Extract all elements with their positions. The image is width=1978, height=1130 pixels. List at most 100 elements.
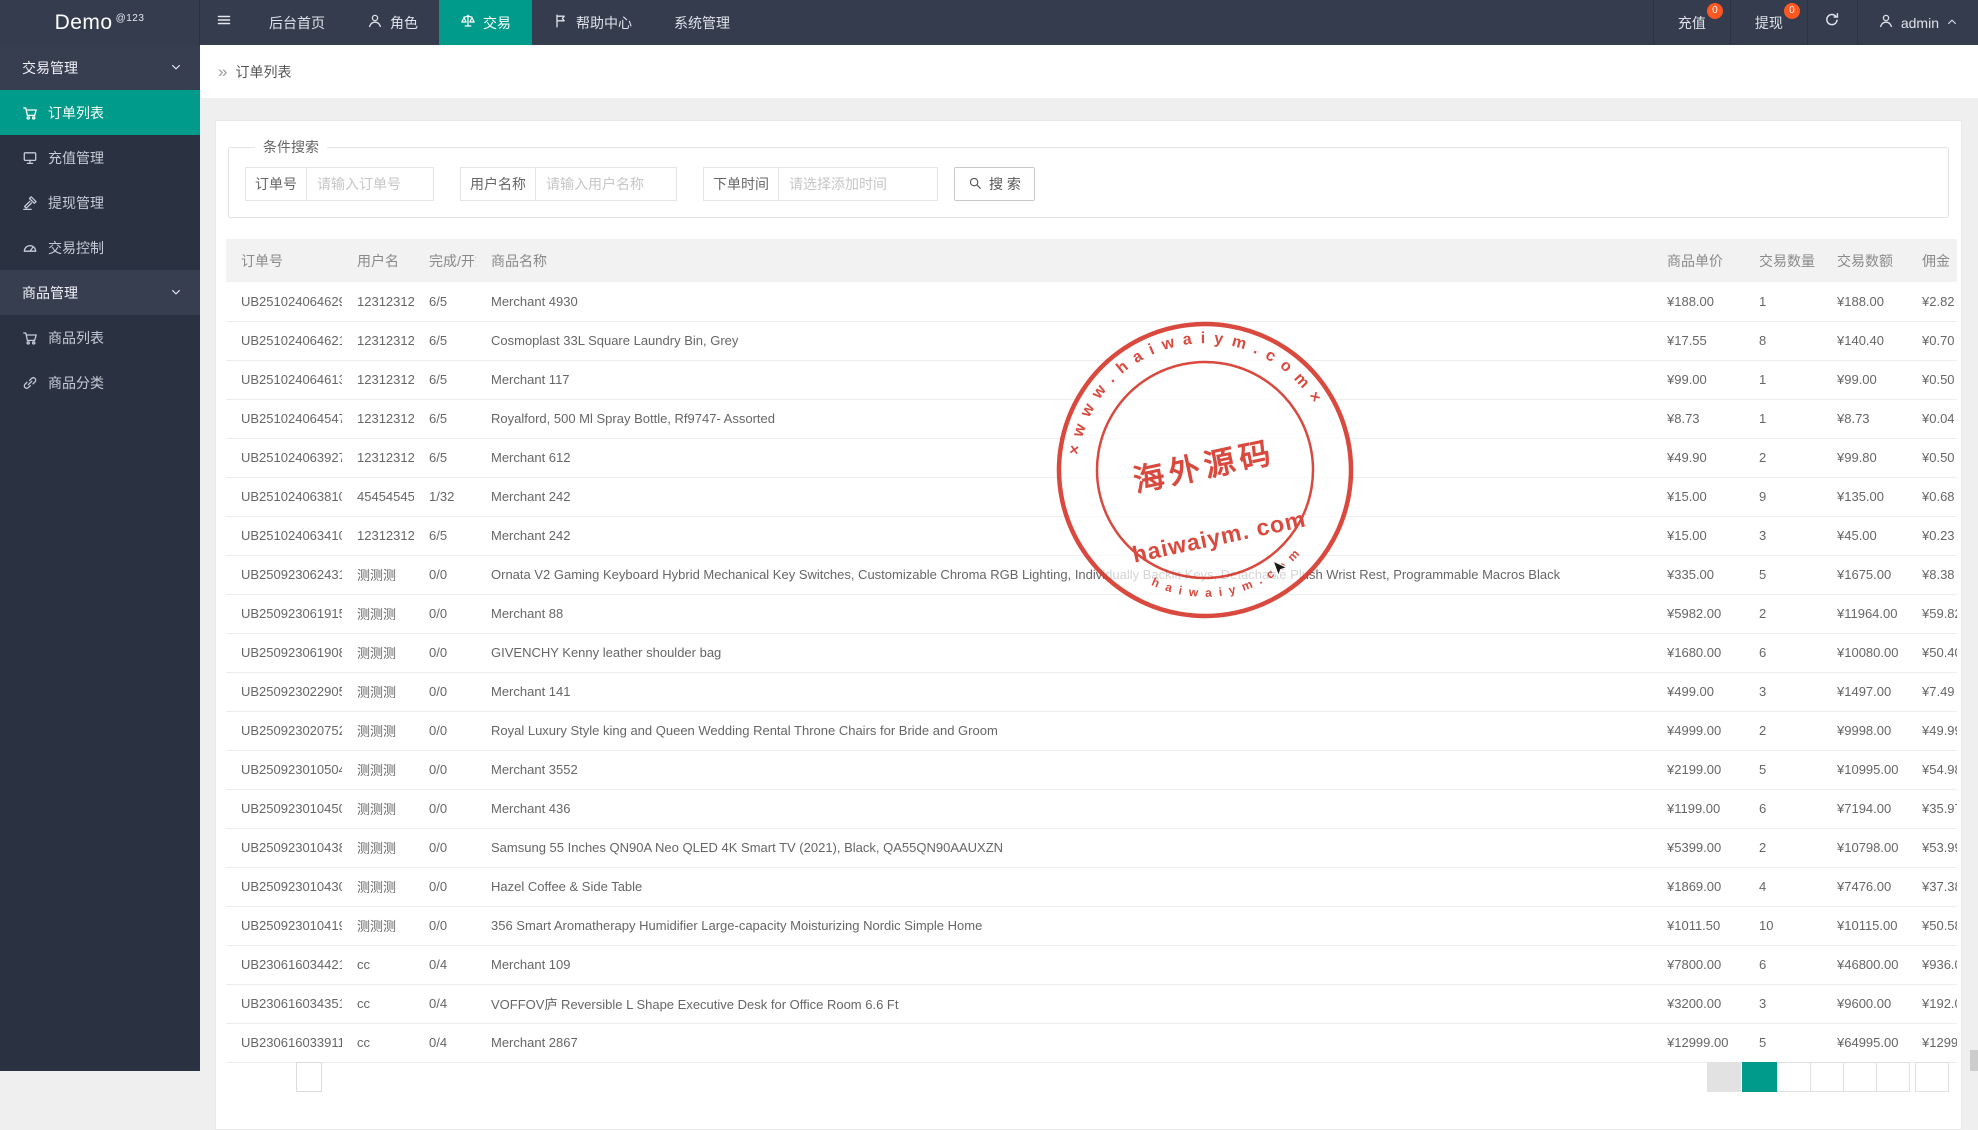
cell-order-no: UB2509230619084110 [226, 633, 342, 672]
withdraw-quick-button[interactable]: 提现 0 [1730, 0, 1807, 45]
cart-icon [22, 105, 38, 121]
cell-username: 45454545 [342, 477, 414, 516]
breadcrumb-label: 订单列表 [235, 62, 291, 82]
table-row: UB2509230104506751测测测0/0Merchant 436¥119… [226, 789, 1957, 828]
table-row: UB2306160343516327cc0/4VOFFOV庐 Reversibl… [226, 984, 1957, 1023]
sidebar-section-goods[interactable]: 商品管理 [0, 270, 200, 315]
cell-username: 测测测 [342, 594, 414, 633]
table-row: UB25102406392797291231231236/5Merchant 6… [226, 438, 1957, 477]
cell-quantity: 1 [1744, 399, 1822, 438]
cell-amount: ¥7476.00 [1822, 867, 1907, 906]
nav-item-dashboard[interactable]: 后台首页 [248, 0, 346, 45]
cell-unit-price: ¥335.00 [1652, 555, 1744, 594]
pagination-current-page[interactable] [1742, 1062, 1778, 1092]
cell-username: cc [342, 984, 414, 1023]
cell-username: 测测测 [342, 789, 414, 828]
cell-product-name: Merchant 242 [476, 516, 1652, 555]
cell-unit-price: ¥17.55 [1652, 321, 1744, 360]
cell-amount: ¥64995.00 [1822, 1023, 1907, 1062]
cell-commission: ¥0.23 [1907, 516, 1957, 555]
cell-commission: ¥0.68 [1907, 477, 1957, 516]
cell-product-name: Merchant 117 [476, 360, 1652, 399]
cell-product-name: Merchant 436 [476, 789, 1652, 828]
pagination-next[interactable] [1915, 1062, 1949, 1092]
pagination-page[interactable] [1777, 1062, 1811, 1092]
username-input[interactable] [535, 167, 677, 201]
sidebar-item-recharge-mgmt[interactable]: 充值管理 [0, 135, 200, 180]
cell-amount: ¥140.40 [1822, 321, 1907, 360]
cell-commission: ¥49.99 [1907, 711, 1957, 750]
cell-username: 测测测 [342, 750, 414, 789]
cell-order-no: UB2306160339119447 [226, 1023, 342, 1062]
nav-item-roles[interactable]: 角色 [346, 0, 439, 45]
nav-item-label: 后台首页 [269, 13, 325, 33]
cell-commission: ¥0.50 [1907, 438, 1957, 477]
pagination-page[interactable] [1876, 1062, 1910, 1092]
cell-quantity: 3 [1744, 672, 1822, 711]
table-row: UB25102406462941591231231236/5Merchant 4… [226, 282, 1957, 321]
sidebar-item-goods-list[interactable]: 商品列表 [0, 315, 200, 360]
cell-unit-price: ¥188.00 [1652, 282, 1744, 321]
column-header: 商品名称 [476, 239, 1652, 282]
cell-amount: ¥46800.00 [1822, 945, 1907, 984]
cell-commission: ¥0.04 [1907, 399, 1957, 438]
table-row: UB2509230207528203测测测0/0Royal Luxury Sty… [226, 711, 1957, 750]
search-fieldset: 条件搜索 订单号 用户名称 下单时间 搜 索 [228, 137, 1949, 218]
pagination-page[interactable] [1843, 1062, 1877, 1092]
breadcrumb-arrow-icon: » [218, 62, 227, 82]
cell-amount: ¥9600.00 [1822, 984, 1907, 1023]
order-no-input[interactable] [306, 167, 434, 201]
cell-amount: ¥10798.00 [1822, 828, 1907, 867]
cell-unit-price: ¥8.73 [1652, 399, 1744, 438]
app-logo: Demo @123 [0, 0, 200, 45]
search-button[interactable]: 搜 索 [954, 167, 1035, 201]
gavel-icon [22, 195, 38, 211]
pagination-page[interactable] [1810, 1062, 1844, 1092]
cell-amount: ¥11964.00 [1822, 594, 1907, 633]
menu-collapse-button[interactable] [200, 0, 248, 45]
cell-unit-price: ¥5399.00 [1652, 828, 1744, 867]
table-row: UB2509230104305578测测测0/0Hazel Coffee & S… [226, 867, 1957, 906]
cell-commission: ¥936.00 [1907, 945, 1957, 984]
table-row: UB25102406461367851231231236/5Merchant 1… [226, 360, 1957, 399]
user-icon [1878, 13, 1894, 32]
sidebar-item-trade-control[interactable]: 交易控制 [0, 225, 200, 270]
cell-product-name: Merchant 88 [476, 594, 1652, 633]
top-navbar: Demo @123 后台首页 角色 交易 帮助中心 系统管理 充值 0 [0, 0, 1978, 45]
cell-commission: ¥0.50 [1907, 360, 1957, 399]
flag-icon [553, 13, 569, 32]
cell-username: 测测测 [342, 711, 414, 750]
user-menu[interactable]: admin [1857, 0, 1978, 45]
cell-order-no: UB2509230229052362 [226, 672, 342, 711]
cell-quantity: 1 [1744, 282, 1822, 321]
sidebar-item-label: 交易控制 [48, 238, 104, 258]
username-text: admin [1901, 15, 1939, 31]
cell-order-no: UB2509230105043614 [226, 750, 342, 789]
cell-username: 测测测 [342, 633, 414, 672]
navbar-right: 充值 0 提现 0 admin [1653, 0, 1978, 45]
cell-commission: ¥54.98 [1907, 750, 1957, 789]
nav-item-help-center[interactable]: 帮助中心 [532, 0, 653, 45]
pagination-prev[interactable] [1707, 1062, 1741, 1092]
recharge-quick-button[interactable]: 充值 0 [1653, 0, 1730, 45]
cell-order-no: UB2510240639279729 [226, 438, 342, 477]
nav-item-trade[interactable]: 交易 [439, 0, 532, 45]
sidebar-item-withdraw-mgmt[interactable]: 提现管理 [0, 180, 200, 225]
order-time-input[interactable] [778, 167, 938, 201]
nav-item-label: 帮助中心 [576, 13, 632, 33]
scrollbar-thumb[interactable] [1970, 1050, 1978, 1071]
chevron-down-icon [170, 285, 182, 301]
cell-quantity: 3 [1744, 984, 1822, 1023]
sidebar-item-goods-category[interactable]: 商品分类 [0, 360, 200, 405]
nav-item-system[interactable]: 系统管理 [653, 0, 751, 45]
page-size-box[interactable] [296, 1062, 322, 1092]
cell-product-name: Merchant 109 [476, 945, 1652, 984]
cell-commission: ¥59.82 [1907, 594, 1957, 633]
cell-product-name: Royal Luxury Style king and Queen Weddin… [476, 711, 1652, 750]
column-header: 商品单价 [1652, 239, 1744, 282]
search-button-label: 搜 索 [989, 174, 1021, 194]
sidebar-item-order-list[interactable]: 订单列表 [0, 90, 200, 135]
sidebar-section-trade[interactable]: 交易管理 [0, 45, 200, 90]
refresh-button[interactable] [1807, 0, 1857, 45]
cell-amount: ¥45.00 [1822, 516, 1907, 555]
